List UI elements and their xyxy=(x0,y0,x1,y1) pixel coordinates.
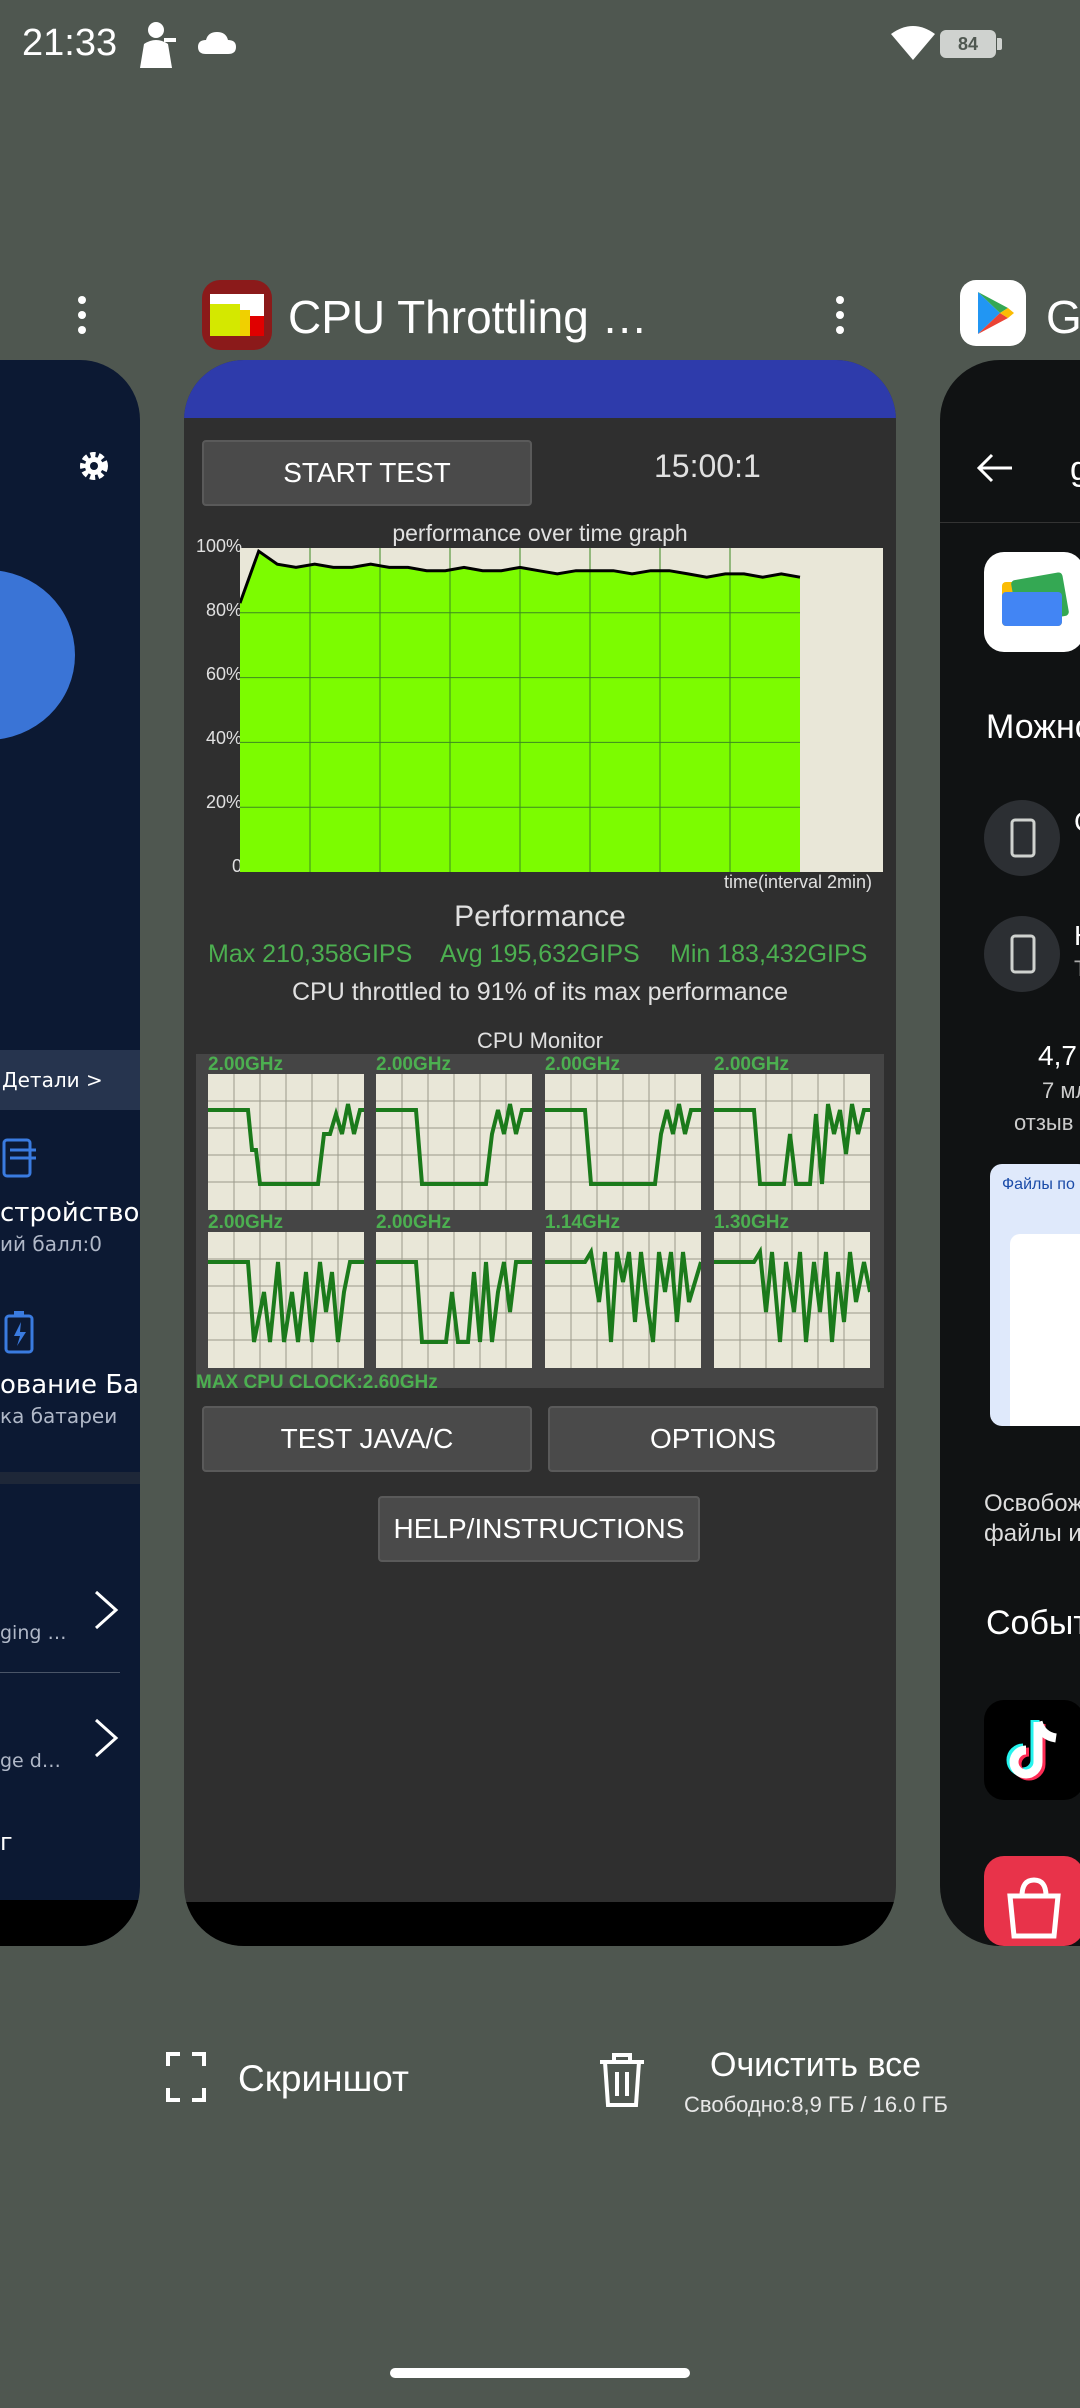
left-separator xyxy=(0,1472,140,1484)
y-label-40: 40% xyxy=(205,728,242,748)
phone-icon xyxy=(1010,934,1036,974)
left-card-menu-icon[interactable] xyxy=(76,296,88,340)
gear-icon[interactable] xyxy=(76,448,112,484)
play-store-card[interactable]: g Можно С Н Т 4,7 7 мл отзыв Файлы по ка… xyxy=(940,360,1080,1946)
core-3-chart xyxy=(714,1074,870,1210)
tiktok-icon xyxy=(984,1700,1080,1800)
main-card-menu-icon[interactable] xyxy=(834,296,846,340)
core-6-freq: 1.14GHz xyxy=(545,1212,620,1233)
core-4-chart xyxy=(208,1232,364,1368)
min-performance: Min 183,432GIPS xyxy=(670,940,868,968)
battery-charge-icon xyxy=(4,1311,34,1354)
core-4-freq: 2.00GHz xyxy=(208,1212,283,1233)
promo-caption-2: файлы и д xyxy=(984,1520,1080,1547)
core-2-chart xyxy=(545,1074,701,1210)
right-card-title: G xyxy=(1046,291,1080,343)
y-label-100: 100% xyxy=(195,536,242,556)
core-0-chart xyxy=(208,1074,364,1210)
y-label-0: 0 xyxy=(231,856,242,876)
main-card-title: CPU Throttling … xyxy=(288,291,648,343)
right-divider xyxy=(940,522,1080,523)
back-arrow-icon[interactable] xyxy=(976,452,1014,484)
avg-performance: Avg 195,632GIPS xyxy=(440,940,640,968)
wifi-icon xyxy=(891,26,935,60)
core-3-freq: 2.00GHz xyxy=(714,1054,789,1075)
reviews: отзыв xyxy=(1014,1110,1074,1135)
screenshot-button[interactable]: Скриншот xyxy=(238,2058,409,2100)
screenshot-icon[interactable] xyxy=(166,2052,206,2102)
storage-info: Свободно:8,9 ГБ / 16.0 ГБ xyxy=(684,2092,948,2117)
left-blue-circle xyxy=(0,570,75,740)
left-divider xyxy=(0,1672,120,1673)
core-2-freq: 2.00GHz xyxy=(545,1054,620,1075)
cpu-monitor-title: CPU Monitor xyxy=(477,1028,603,1053)
status-time: 21:33 xyxy=(22,22,118,64)
core-1-freq: 2.00GHz xyxy=(376,1054,451,1075)
chevron-right-icon[interactable] xyxy=(92,1588,120,1632)
core-5-freq: 2.00GHz xyxy=(376,1212,451,1233)
battery-tip xyxy=(997,38,1002,50)
throttle-summary: CPU throttled to 91% of its max performa… xyxy=(291,978,789,1006)
pubg-icon xyxy=(140,22,176,68)
files-app-icon xyxy=(984,552,1080,652)
core-0-freq: 2.00GHz xyxy=(208,1054,283,1075)
core-5-chart xyxy=(376,1232,532,1368)
promo-caption-1: Освобож xyxy=(984,1490,1080,1517)
graph-x-label: time(interval 2min) xyxy=(724,872,873,892)
left-item3-label[interactable]: г xyxy=(0,1828,140,1856)
core-6-chart xyxy=(545,1232,701,1368)
cpu-throttling-app-icon xyxy=(202,280,272,350)
right-item2-sub: Т xyxy=(1074,956,1080,982)
device-icon xyxy=(2,1138,36,1178)
cloud-icon xyxy=(198,32,236,54)
max-performance: Max 210,358GIPS xyxy=(208,940,413,968)
rating: 4,7 xyxy=(1038,1040,1077,1071)
max-cpu-clock: MAX CPU CLOCK:2.60GHz xyxy=(196,1372,438,1393)
left-row2-sub: ка батареи xyxy=(0,1404,118,1428)
promo-phone-frame xyxy=(1010,1234,1080,1426)
left-bottom-bar xyxy=(0,1900,140,1946)
left-app-card[interactable]: Детали > стройство ий балл:0 ование Ба… … xyxy=(0,360,140,1946)
phone-icon xyxy=(1010,818,1036,858)
y-label-60: 60% xyxy=(205,664,242,684)
app-top-bar xyxy=(184,360,896,418)
performance-label: Performance xyxy=(454,900,626,933)
cpu-monitor-panel: 2.00GHz 2.00GHz 2.00GHz 2.00GHz 2.00GHz … xyxy=(196,1054,884,1388)
battery-level: 84 xyxy=(940,30,996,58)
clear-all-button[interactable]: Очистить все xyxy=(710,2046,921,2085)
graph-title: performance over time graph xyxy=(392,520,688,546)
promo-title: Файлы по ка xyxy=(1002,1176,1080,1193)
left-row2-title: ование Ба… xyxy=(0,1370,140,1400)
cpu-throttling-card[interactable]: START TEST 15:00:1 performance over time… xyxy=(184,360,896,1946)
shopping-bag-icon xyxy=(984,1856,1080,1946)
right-back-title: g xyxy=(1070,450,1080,488)
gesture-nav-handle[interactable] xyxy=(390,2368,690,2378)
chevron-right-icon[interactable] xyxy=(92,1716,120,1760)
test-timer: 15:00:1 xyxy=(654,448,761,484)
right-item2: Н xyxy=(1074,920,1080,952)
options-button[interactable]: OPTIONS xyxy=(548,1406,878,1472)
trash-icon[interactable] xyxy=(598,2052,646,2108)
help-instructions-button[interactable]: HELP/INSTRUCTIONS xyxy=(378,1496,700,1562)
test-java-button[interactable]: TEST JAVA/C xyxy=(202,1406,532,1472)
details-link[interactable]: Детали > xyxy=(0,1050,140,1110)
performance-graph xyxy=(240,548,883,872)
status-bar: 21:33 84 xyxy=(0,0,1080,90)
promo-screenshot[interactable]: Файлы по ка xyxy=(990,1164,1080,1426)
right-section2: Событ xyxy=(986,1604,1080,1642)
y-label-80: 80% xyxy=(205,600,242,620)
core-1-chart xyxy=(376,1074,532,1210)
app-bottom-bar xyxy=(184,1902,896,1946)
play-store-icon xyxy=(960,280,1026,346)
core-7-freq: 1.30GHz xyxy=(714,1212,789,1233)
left-row1-title: стройство xyxy=(0,1198,140,1228)
core-7-chart xyxy=(714,1232,870,1368)
right-section1: Можно xyxy=(986,708,1080,746)
right-item1: С xyxy=(1074,806,1080,838)
y-label-20: 20% xyxy=(205,792,242,812)
start-test-button[interactable]: START TEST xyxy=(202,440,532,506)
downloads: 7 мл xyxy=(1042,1078,1080,1103)
left-row1-sub: ий балл:0 xyxy=(0,1232,102,1256)
